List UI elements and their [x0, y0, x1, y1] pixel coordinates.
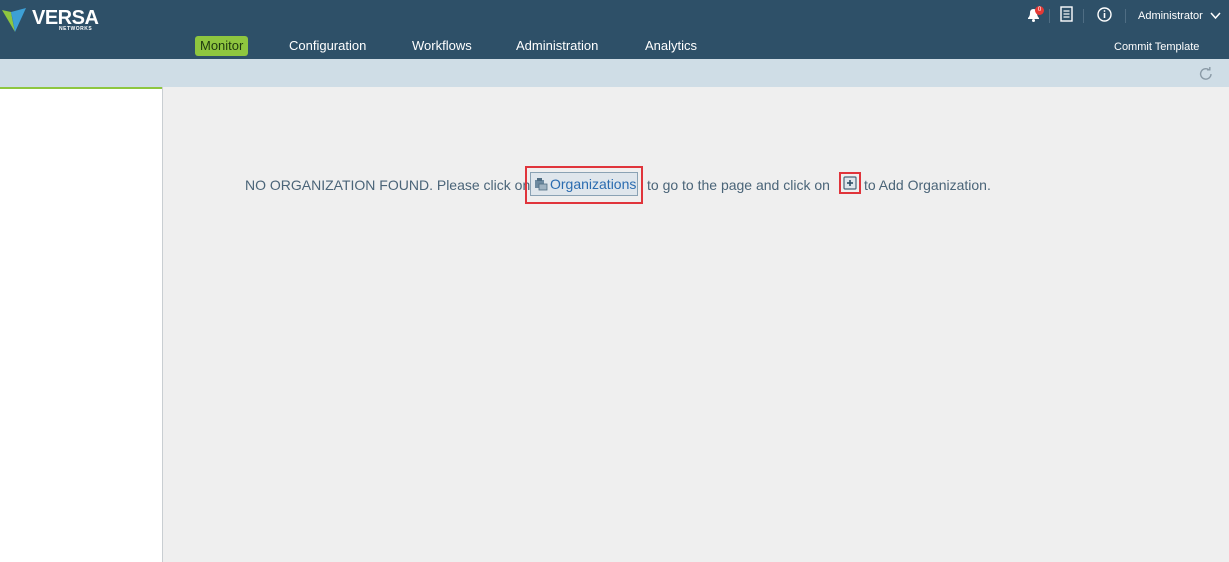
- header-divider: [1125, 9, 1126, 23]
- left-panel-accent: [0, 87, 162, 89]
- tasks-button[interactable]: [1057, 5, 1077, 25]
- header-divider: [1083, 9, 1084, 23]
- refresh-icon: [1199, 67, 1212, 80]
- add-organization-button[interactable]: [842, 175, 858, 191]
- message-part-3: to Add Organization.: [864, 177, 991, 193]
- nav-analytics[interactable]: Analytics: [645, 36, 697, 56]
- document-list-icon: [1060, 6, 1073, 22]
- info-button[interactable]: [1095, 5, 1115, 25]
- refresh-button[interactable]: [1197, 65, 1215, 83]
- add-icon: [843, 176, 857, 190]
- nav-administration[interactable]: Administration: [516, 36, 598, 56]
- versa-logo[interactable]: VERSA NETWORKS: [2, 4, 112, 34]
- user-name: Administrator: [1138, 10, 1203, 22]
- main-content: NO ORGANIZATION FOUND. Please click on O…: [163, 87, 1229, 562]
- commit-template-button[interactable]: Commit Template: [1114, 40, 1199, 54]
- organizations-icon: [535, 178, 548, 191]
- info-icon: [1097, 7, 1112, 22]
- main-nav: Monitor Configuration Workflows Administ…: [0, 36, 900, 58]
- brand-tagline: NETWORKS: [59, 26, 93, 32]
- left-panel: [0, 87, 163, 562]
- message-part-2: to go to the page and click on: [647, 177, 830, 193]
- message-part-1: NO ORGANIZATION FOUND. Please click on: [245, 177, 531, 193]
- top-header: VERSA NETWORKS Monitor Configuration Wor…: [0, 0, 1229, 59]
- nav-monitor[interactable]: Monitor: [195, 36, 249, 56]
- header-divider: [1049, 9, 1050, 23]
- nav-workflows[interactable]: Workflows: [412, 36, 472, 56]
- notifications-button[interactable]: 0: [1024, 5, 1044, 25]
- sub-toolbar: [0, 59, 1229, 87]
- notification-count-badge: 0: [1035, 6, 1044, 15]
- versa-logo-mark-icon: [2, 8, 26, 32]
- organizations-link[interactable]: Organizations: [530, 172, 638, 196]
- organizations-link-label: Organizations: [550, 176, 637, 192]
- chevron-down-icon: [1210, 12, 1221, 20]
- nav-configuration[interactable]: Configuration: [289, 36, 366, 56]
- user-menu[interactable]: Administrator: [1138, 9, 1221, 23]
